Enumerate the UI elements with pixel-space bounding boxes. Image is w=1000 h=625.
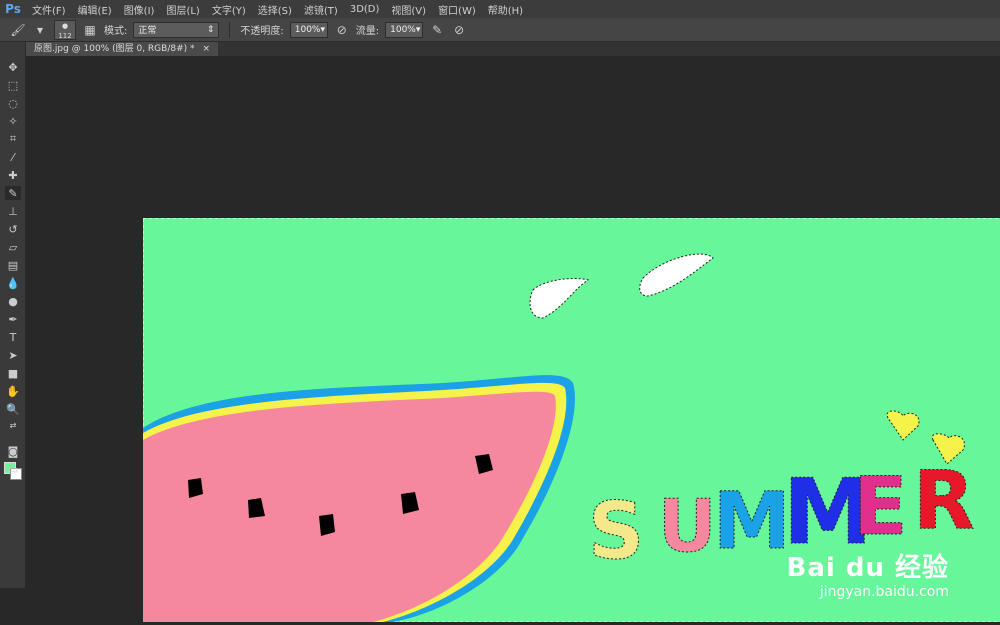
flow-value: 100% — [390, 24, 416, 35]
divider — [229, 21, 231, 38]
summer-letter-e: E — [853, 460, 908, 553]
summer-letter-m1: M — [713, 477, 791, 567]
menu-filter[interactable]: 滤镜(T) — [298, 2, 344, 17]
dropdown-icon[interactable]: ▾ — [320, 25, 325, 35]
marquee-tool-icon[interactable]: ⬚ — [5, 78, 21, 92]
move-tool-icon[interactable]: ✥ — [5, 60, 21, 74]
shape-tool-icon[interactable]: ■ — [5, 366, 21, 380]
brush-size-value: 112 — [58, 31, 72, 40]
select-arrows-icon: ⇕ — [206, 24, 215, 35]
zoom-tool-icon[interactable]: 🔍 — [5, 402, 21, 416]
close-icon[interactable]: × — [203, 42, 211, 56]
type-tool-icon[interactable]: T — [5, 330, 21, 344]
document-tab-title: 原图.jpg @ 100% (图层 0, RGB/8#) * — [34, 44, 195, 54]
mode-label: 模式: — [104, 26, 128, 37]
summer-letter-r: R — [913, 454, 975, 547]
menu-edit[interactable]: 编辑(E) — [72, 2, 118, 17]
dodge-tool-icon[interactable]: ● — [5, 294, 21, 308]
canvas-area: S U M M E R Bai du 经验 jingyan.baidu.com — [26, 56, 1000, 623]
summer-letter-u: U — [658, 484, 716, 568]
swap-colors-icon[interactable]: ⇄ — [5, 418, 21, 432]
brush-size-picker[interactable]: ● 112 — [54, 19, 76, 40]
quick-select-tool-icon[interactable]: ✧ — [5, 114, 21, 128]
opacity-input[interactable]: 100% ▾ — [289, 21, 328, 38]
menu-type[interactable]: 文字(Y) — [206, 2, 252, 17]
baidu-watermark: Bai du 经验 jingyan.baidu.com — [787, 547, 950, 600]
history-brush-tool-icon[interactable]: ↺ — [5, 222, 21, 236]
opacity-value: 100% — [294, 24, 321, 35]
chevron-down-icon[interactable]: ▾ — [32, 22, 48, 38]
mode-select[interactable]: 正常 ⇕ — [133, 21, 220, 38]
dropdown-icon[interactable]: ▾ — [416, 25, 421, 35]
opacity-label: 不透明度: — [240, 26, 284, 37]
hand-tool-icon[interactable]: ✋ — [5, 384, 21, 398]
menu-select[interactable]: 选择(S) — [252, 2, 298, 17]
brush-panel-icon[interactable]: ▦ — [82, 22, 98, 38]
menu-window[interactable]: 窗口(W) — [432, 2, 482, 17]
document-tab[interactable]: 原图.jpg @ 100% (图层 0, RGB/8#) * × — [26, 42, 219, 56]
healing-tool-icon[interactable]: ✚ — [5, 168, 21, 182]
watermark-logo: Bai du 经验 — [786, 553, 949, 583]
menu-bar: Ps 文件(F) 编辑(E) 图像(I) 图层(L) 文字(Y) 选择(S) 滤… — [0, 0, 1000, 18]
options-bar: 🖌 ▾ ● 112 ▦ 模式: 正常 ⇕ 不透明度: 100% ▾ ⊘ 流量: 100… — [0, 18, 1000, 42]
tools-panel: ✥ ⬚ ◌ ✧ ⌗ ⁄ ✚ ✎ ⊥ ↺ ▱ ▤ 💧 ● ✒ T ➤ ■ ✋ 🔍 … — [0, 42, 26, 588]
flow-input[interactable]: 100% ▾ — [385, 21, 424, 38]
pen-tool-icon[interactable]: ✒ — [5, 312, 21, 326]
crop-tool-icon[interactable]: ⌗ — [5, 132, 21, 146]
pressure-size-icon[interactable]: ⊘ — [451, 22, 467, 38]
flow-label: 流量: — [355, 26, 380, 37]
eraser-tool-icon[interactable]: ▱ — [5, 240, 21, 254]
document-canvas[interactable]: S U M M E R Bai du 经验 jingyan.baidu.com — [142, 217, 1000, 623]
screen-mode-icon[interactable]: ▭ — [5, 462, 21, 476]
blur-tool-icon[interactable]: 💧 — [5, 276, 21, 290]
menu-image[interactable]: 图像(I) — [118, 2, 161, 17]
airbrush-icon[interactable]: ✎ — [429, 22, 445, 38]
menu-3d[interactable]: 3D(D) — [344, 4, 386, 15]
photoshop-logo[interactable]: Ps — [0, 0, 26, 18]
mode-value: 正常 — [138, 26, 157, 36]
menu-file[interactable]: 文件(F) — [26, 2, 72, 17]
menu-help[interactable]: 帮助(H) — [482, 2, 529, 17]
brush-tool-icon[interactable]: 🖌 — [10, 22, 26, 38]
pressure-opacity-icon[interactable]: ⊘ — [334, 22, 350, 38]
menu-view[interactable]: 视图(V) — [385, 2, 432, 17]
eyedropper-tool-icon[interactable]: ⁄ — [5, 150, 21, 164]
lasso-tool-icon[interactable]: ◌ — [5, 96, 21, 110]
watermark-url: jingyan.baidu.com — [819, 584, 949, 600]
stamp-tool-icon[interactable]: ⊥ — [5, 204, 21, 218]
menu-layer[interactable]: 图层(L) — [160, 2, 205, 17]
gradient-tool-icon[interactable]: ▤ — [5, 258, 21, 272]
summer-letter-s: S — [588, 487, 644, 577]
path-select-tool-icon[interactable]: ➤ — [5, 348, 21, 362]
brush-tool-icon[interactable]: ✎ — [5, 186, 21, 200]
quick-mask-icon[interactable]: ◙ — [5, 444, 21, 458]
document-tab-bar: 原图.jpg @ 100% (图层 0, RGB/8#) * × — [26, 42, 1000, 56]
